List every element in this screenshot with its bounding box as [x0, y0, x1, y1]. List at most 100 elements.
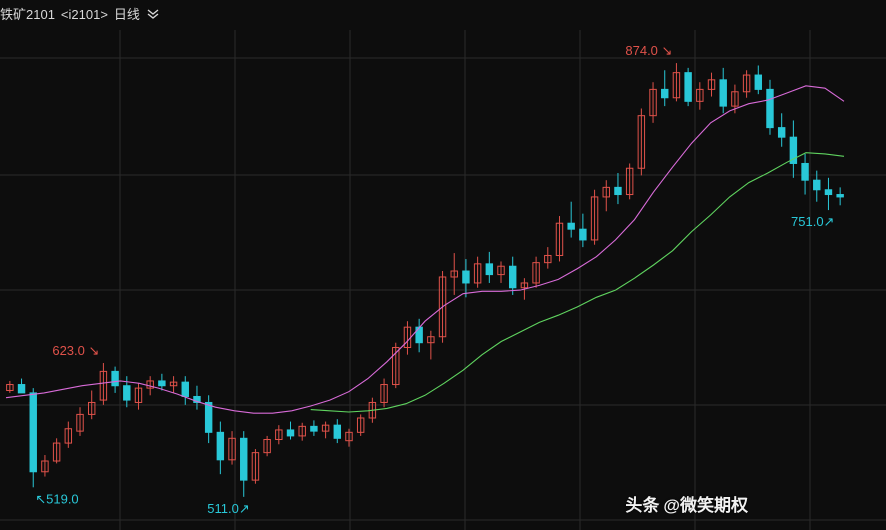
candle: [286, 421, 295, 440]
candle: [579, 213, 587, 248]
candle: [836, 187, 844, 206]
price-label-high: 874.0 ↘: [625, 43, 672, 58]
ma-short-line: [5, 85, 845, 414]
candle: [625, 163, 634, 200]
candle: [41, 455, 49, 477]
candle-body: [567, 222, 575, 230]
candle: [473, 256, 482, 288]
candle: [251, 449, 260, 484]
candle: [801, 153, 809, 195]
candle: [228, 431, 236, 465]
candle-body: [111, 370, 119, 387]
candle: [614, 173, 622, 205]
candle: [111, 366, 119, 393]
candle-body: [240, 437, 248, 481]
candle: [310, 420, 318, 436]
candle-body: [754, 74, 763, 90]
candle-body: [614, 186, 622, 196]
candle-body: [508, 265, 517, 289]
candle-body: [766, 88, 774, 129]
candle: [29, 388, 37, 488]
moving-averages: [5, 85, 845, 414]
candle-body: [286, 429, 295, 437]
candles: [6, 63, 844, 497]
candle: [17, 378, 26, 394]
candle-body: [684, 72, 692, 102]
candle-body: [158, 380, 166, 387]
candle-body: [719, 79, 727, 107]
candle: [76, 407, 84, 436]
candlestick-chart: 623.0 ↘ ↖519.0 511.0↗ 874.0 ↘ 751.0↗: [0, 30, 886, 530]
candle: [485, 251, 494, 283]
candle: [123, 376, 131, 408]
candle: [415, 318, 423, 353]
candle: [497, 261, 505, 283]
price-label-high: 623.0 ↘: [52, 343, 99, 358]
candle: [275, 425, 283, 445]
candle: [742, 70, 751, 98]
candle: [590, 189, 599, 245]
candle-body: [579, 228, 587, 241]
candle-body: [415, 326, 423, 344]
price-label-low: 511.0↗: [207, 501, 249, 516]
candle: [661, 70, 669, 107]
candle: [240, 431, 248, 497]
candle: [684, 67, 692, 107]
candle: [380, 378, 388, 408]
candle: [263, 435, 271, 457]
candle: [181, 376, 189, 405]
candle: [766, 79, 774, 135]
price-annotations: 623.0 ↘ ↖519.0 511.0↗ 874.0 ↘ 751.0↗: [35, 43, 834, 516]
candle: [754, 65, 763, 95]
candle: [321, 421, 330, 439]
candle: [64, 421, 73, 448]
candle-body: [801, 162, 809, 181]
candle: [707, 72, 716, 97]
candle: [392, 342, 400, 389]
candle-body: [29, 392, 37, 473]
candle: [52, 438, 61, 464]
watermark-brand: 头条: [625, 496, 660, 515]
candle: [193, 385, 201, 410]
candle-body: [836, 194, 844, 198]
candle-body: [333, 424, 342, 439]
candle-body: [204, 401, 213, 433]
candle: [696, 82, 704, 110]
candle: [637, 108, 646, 176]
candle-body: [216, 431, 225, 461]
candle: [356, 414, 365, 436]
candle: [789, 120, 798, 178]
candle: [462, 259, 470, 298]
candle-body: [661, 88, 669, 99]
candle: [216, 421, 225, 475]
candle: [99, 363, 108, 405]
candle-body: [123, 385, 131, 401]
candle-body: [824, 189, 833, 196]
candle: [427, 330, 435, 360]
watermark-account: @微笑期权: [663, 496, 748, 515]
candle: [450, 253, 458, 295]
candle: [544, 247, 552, 269]
candle-body: [813, 179, 821, 191]
candle: [345, 428, 353, 447]
candle: [333, 419, 342, 444]
candle: [672, 63, 681, 102]
candle: [6, 380, 14, 393]
candle: [777, 113, 786, 147]
candle: [824, 177, 833, 211]
candle: [532, 256, 540, 288]
candle: [508, 256, 517, 295]
candle: [204, 395, 213, 444]
candle: [602, 180, 610, 212]
candle-body: [777, 127, 786, 138]
candle-body: [462, 270, 470, 284]
candle-body: [310, 425, 318, 432]
candle: [649, 82, 657, 123]
price-label-low: ↖519.0: [35, 491, 78, 506]
ma-long-line: [310, 152, 845, 413]
price-label-low: 751.0↗: [791, 214, 834, 229]
candle-body: [17, 384, 26, 394]
candle-body: [485, 263, 494, 276]
candle: [169, 376, 178, 393]
watermark: 头条 @微笑期权: [625, 491, 752, 516]
